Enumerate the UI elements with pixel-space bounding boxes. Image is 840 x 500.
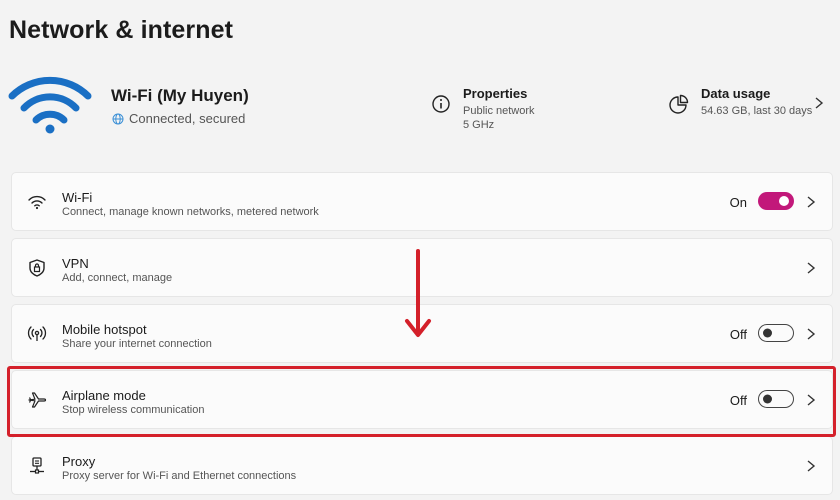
chevron-right-icon: [807, 394, 816, 406]
network-band: 5 GHz: [463, 119, 495, 131]
wifi-subtitle: Connect, manage known networks, metered …: [62, 206, 319, 218]
mobile-hotspot-title: Mobile hotspot: [62, 322, 147, 337]
mobile-hotspot-subtitle: Share your internet connection: [62, 338, 212, 350]
mobile-hotspot-toggle[interactable]: [758, 324, 794, 342]
connection-status-text: Connected, secured: [129, 111, 246, 126]
wifi-large-icon: [8, 76, 92, 134]
info-icon: [432, 95, 450, 113]
properties-title: Properties: [463, 86, 528, 101]
airplane-mode-subtitle: Stop wireless communication: [62, 404, 205, 416]
page-title: Network & internet: [9, 16, 234, 44]
airplane-icon: [28, 392, 47, 408]
annotation-arrow-icon: [405, 249, 431, 337]
chevron-right-icon: [807, 460, 816, 472]
wifi-toggle[interactable]: [758, 192, 794, 210]
connection-status: Connected, secured: [112, 111, 245, 126]
vpn-title: VPN: [62, 256, 89, 271]
proxy-subtitle: Proxy server for Wi-Fi and Ethernet conn…: [62, 470, 297, 482]
pie-chart-icon: [669, 94, 689, 114]
wifi-setting-row[interactable]: Wi-Fi Connect, manage known networks, me…: [11, 172, 833, 231]
properties-link[interactable]: Properties Public network 5 GHz: [431, 86, 535, 131]
shield-icon: [29, 259, 45, 277]
chevron-right-icon: [807, 328, 816, 340]
hotspot-icon: [27, 326, 47, 341]
airplane-mode-setting-row[interactable]: Airplane mode Stop wireless communicatio…: [11, 370, 833, 429]
vpn-subtitle: Add, connect, manage: [62, 272, 173, 284]
proxy-icon: [30, 457, 44, 474]
network-profile: Public network: [463, 105, 535, 117]
wifi-state-label: On: [729, 195, 747, 210]
chevron-right-icon: [807, 262, 816, 274]
globe-icon: [112, 113, 124, 124]
proxy-title: Proxy: [62, 454, 96, 469]
mobile-hotspot-state-label: Off: [729, 327, 747, 342]
airplane-mode-state-label: Off: [729, 393, 747, 408]
wifi-title: Wi-Fi: [62, 190, 93, 205]
data-usage-amount: 54.63 GB, last 30 days: [701, 105, 813, 117]
airplane-mode-toggle[interactable]: [758, 390, 794, 408]
chevron-right-icon[interactable]: [813, 96, 825, 110]
network-name: Wi-Fi (My Huyen): [111, 86, 249, 105]
chevron-right-icon: [807, 196, 816, 208]
proxy-setting-row[interactable]: Proxy Proxy server for Wi-Fi and Etherne…: [11, 436, 833, 495]
airplane-mode-title: Airplane mode: [62, 388, 146, 403]
data-usage-link[interactable]: Data usage 54.63 GB, last 30 days: [669, 86, 812, 117]
data-usage-title: Data usage: [701, 86, 771, 101]
wifi-icon: [28, 195, 46, 210]
